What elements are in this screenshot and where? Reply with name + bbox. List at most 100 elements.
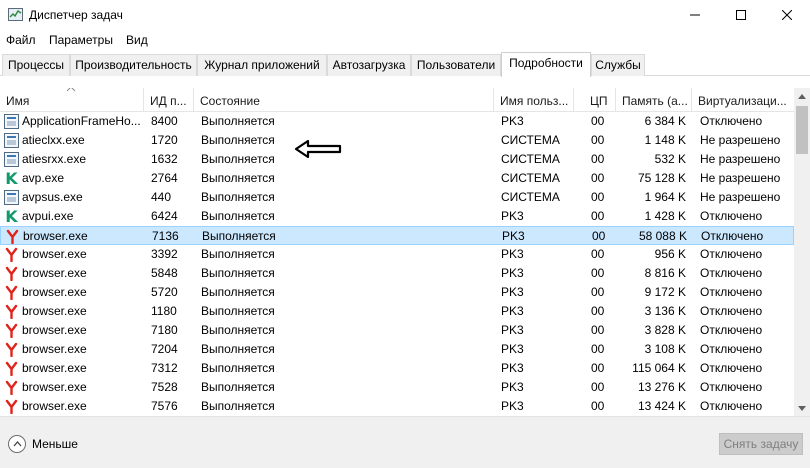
user-cell: PK3 <box>501 285 524 299</box>
pid-cell: 7136 <box>152 229 179 243</box>
virtualization-cell: Отключено <box>700 304 763 318</box>
app-window-icon <box>4 152 19 167</box>
pid-cell: 440 <box>151 190 172 204</box>
menu-file[interactable]: Файл <box>6 33 36 47</box>
table-row[interactable]: ApplicationFrameHo... 8400 Выполняется PK3 0… <box>0 112 794 131</box>
column-header-memory[interactable]: Память (а... <box>616 88 692 112</box>
user-cell: PK3 <box>501 247 524 261</box>
tab-details[interactable]: Подробности <box>501 52 591 77</box>
memory-cell: 115 064 K <box>632 361 686 375</box>
table-row[interactable]: Kavp.exe 2764 Выполняется СИСТЕМА 00 75 128 K… <box>0 169 794 188</box>
process-name-cell: browser.exe <box>22 323 87 337</box>
table-row[interactable]: atieclxx.exe 1720 Выполняется СИСТЕМА 00 1 14… <box>0 131 794 150</box>
tab-processes[interactable]: Процессы <box>2 54 70 76</box>
pid-cell: 7576 <box>151 399 178 413</box>
yandex-browser-icon <box>4 361 19 377</box>
process-name-cell: atieclxx.exe <box>22 133 85 147</box>
process-name-cell: ApplicationFrameHo... <box>22 114 141 128</box>
minimize-button[interactable] <box>672 0 718 30</box>
tab-users[interactable]: Пользователи <box>411 54 501 76</box>
maximize-button[interactable] <box>718 0 764 30</box>
status-cell: Выполняется <box>201 171 275 185</box>
tab-performance[interactable]: Производительность <box>70 54 197 76</box>
memory-cell: 8 816 K <box>644 266 686 280</box>
table-row-selected[interactable]: browser.exe 7136 Выполняется PK3 00 58 088 K О… <box>0 226 794 245</box>
cpu-cell: 00 <box>591 247 605 261</box>
end-task-button[interactable]: Снять задачу <box>719 433 803 455</box>
table-row[interactable]: browser.exe 7204 Выполняется PK3 00 3 108 K От… <box>0 340 794 359</box>
tab-services[interactable]: Службы <box>591 54 645 76</box>
close-icon <box>782 10 792 20</box>
app-window-icon <box>4 133 19 148</box>
status-cell: Выполняется <box>201 285 275 299</box>
pid-cell: 3392 <box>151 247 178 261</box>
status-cell: Выполняется <box>201 304 275 318</box>
table-row[interactable]: browser.exe 5720 Выполняется PK3 00 9 172 K От… <box>0 283 794 302</box>
table-row[interactable]: browser.exe 7312 Выполняется PK3 00 115 064 K… <box>0 359 794 378</box>
scroll-down-button[interactable] <box>794 400 810 416</box>
memory-cell: 75 128 K <box>637 171 686 185</box>
memory-cell: 13 424 K <box>637 399 686 413</box>
user-cell: PK3 <box>501 323 524 337</box>
scroll-up-button[interactable] <box>794 88 810 104</box>
pid-cell: 7528 <box>151 380 178 394</box>
table-row[interactable]: avpsus.exe 440 Выполняется СИСТЕМА 00 1 964 K… <box>0 188 794 207</box>
menu-options[interactable]: Параметры <box>49 33 113 47</box>
tab-startup[interactable]: Автозагрузка <box>327 54 411 76</box>
memory-cell: 956 K <box>654 247 686 261</box>
virtualization-cell: Отключено <box>700 285 763 299</box>
status-cell: Выполняется <box>201 209 275 223</box>
cpu-cell: 00 <box>591 171 605 185</box>
virtualization-cell: Отключено <box>700 114 763 128</box>
user-cell: СИСТЕМА <box>501 171 560 185</box>
table-row[interactable]: browser.exe 1180 Выполняется PK3 00 3 136 K От… <box>0 302 794 321</box>
cpu-cell: 00 <box>591 399 605 413</box>
sort-ascending-icon <box>66 88 76 92</box>
column-header-pid[interactable]: ИД п... <box>144 88 194 112</box>
yandex-browser-icon <box>4 285 19 301</box>
left-arrow-icon <box>294 139 342 162</box>
memory-cell: 9 172 K <box>644 285 686 299</box>
close-button[interactable] <box>764 0 810 30</box>
user-cell: PK3 <box>502 229 525 243</box>
table-row[interactable]: browser.exe 7180 Выполняется PK3 00 3 828 K От… <box>0 321 794 340</box>
scroll-thumb[interactable] <box>796 106 808 154</box>
column-header-label: ЦП <box>590 94 608 108</box>
pid-cell: 1632 <box>151 152 178 166</box>
vertical-scrollbar[interactable] <box>794 88 810 416</box>
process-name-cell: browser.exe <box>22 399 87 413</box>
table-row[interactable]: browser.exe 3392 Выполняется PK3 00 956 K Откл… <box>0 245 794 264</box>
tab-app-history[interactable]: Журнал приложений <box>197 54 327 76</box>
fewer-details-button[interactable]: Меньше <box>8 435 78 453</box>
memory-cell: 3 136 K <box>644 304 686 318</box>
table-row[interactable]: browser.exe 7576 Выполняется PK3 00 13 424 K О… <box>0 397 794 416</box>
column-header-status[interactable]: Состояние <box>194 88 494 112</box>
column-header-user[interactable]: Имя польз... <box>494 88 574 112</box>
column-header-cpu[interactable]: ЦП <box>574 88 616 112</box>
app-window-icon <box>4 190 19 205</box>
process-name-cell: browser.exe <box>22 266 87 280</box>
virtualization-cell: Отключено <box>700 247 763 261</box>
column-header-virtualization[interactable]: Виртуализаци... <box>692 88 794 112</box>
status-cell: Выполняется <box>201 323 275 337</box>
column-header-name[interactable]: Имя <box>0 88 144 112</box>
table-row[interactable]: Kavpui.exe 6424 Выполняется PK3 00 1 428 K Отк… <box>0 207 794 226</box>
user-cell: PK3 <box>501 304 524 318</box>
yandex-browser-icon <box>4 247 19 263</box>
user-cell: СИСТЕМА <box>501 190 560 204</box>
user-cell: PK3 <box>501 266 524 280</box>
status-cell: Выполняется <box>202 229 276 243</box>
pid-cell: 8400 <box>151 114 178 128</box>
cpu-cell: 00 <box>591 152 605 166</box>
user-cell: СИСТЕМА <box>501 133 560 147</box>
table-row[interactable]: browser.exe 7528 Выполняется PK3 00 13 276 K О… <box>0 378 794 397</box>
virtualization-cell: Отключено <box>700 209 763 223</box>
menu-view[interactable]: Вид <box>126 33 148 47</box>
scroll-up-icon <box>798 93 806 99</box>
pid-cell: 7312 <box>151 361 178 375</box>
table-row[interactable]: browser.exe 5848 Выполняется PK3 00 8 816 K От… <box>0 264 794 283</box>
status-cell: Выполняется <box>201 266 275 280</box>
pid-cell: 5720 <box>151 285 178 299</box>
tab-strip: Процессы Производительность Журнал прило… <box>0 52 810 77</box>
table-row[interactable]: atiesrxx.exe 1632 Выполняется СИСТЕМА 00 532 … <box>0 150 794 169</box>
